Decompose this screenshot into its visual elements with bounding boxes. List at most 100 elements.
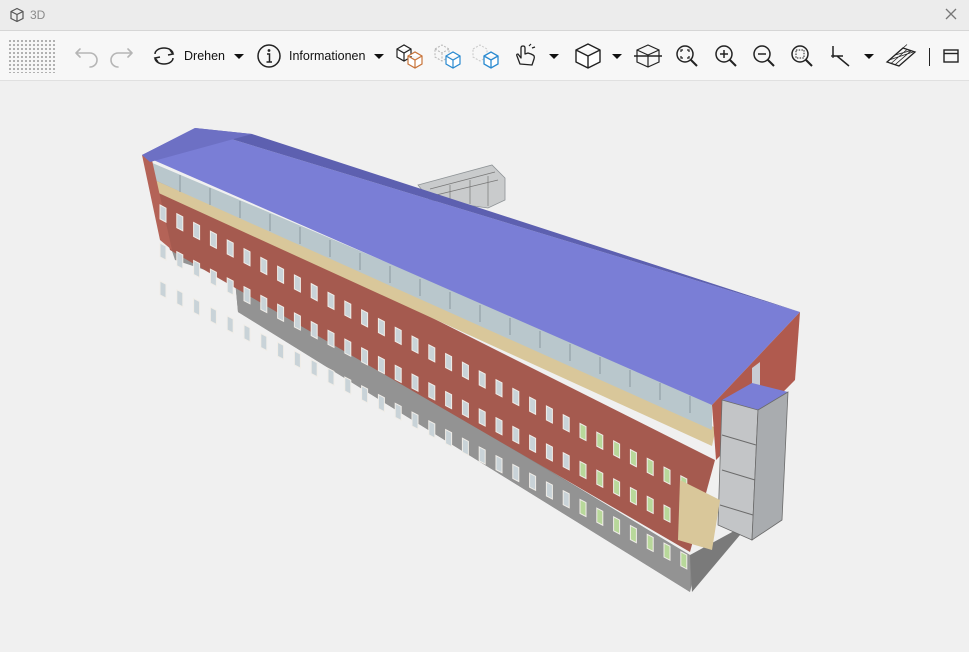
grid-plane-button[interactable] [885,40,917,72]
window-icon [943,49,959,63]
facade-window [277,265,285,285]
facade-window [293,274,301,293]
facade-window [461,361,469,381]
facade-window [596,469,604,489]
facade-window [344,300,352,320]
undo-button[interactable] [70,40,100,72]
facade-window [394,402,402,422]
info-label: Informationen [289,49,366,63]
zoom-window-button[interactable] [788,40,816,72]
facade-window [394,326,402,346]
facade-window [277,341,285,361]
facade-window [159,242,167,261]
grid-plane-icon [885,44,917,67]
facade-window [260,256,268,276]
hide-objects-button[interactable] [432,40,464,72]
grip-icon[interactable] [8,39,56,73]
window-layout-button[interactable] [941,40,961,72]
facade-window [243,285,251,305]
show-objects-button[interactable] [394,40,426,72]
facade-window [613,440,621,459]
facade-window [629,486,637,506]
measure-icon [831,46,850,67]
chevron-down-icon[interactable] [231,48,247,64]
facade-window [545,443,553,462]
facade-window [226,315,234,334]
facade-window [394,364,402,384]
select-tool-button[interactable] [512,40,562,72]
zoom-in-icon [715,45,737,67]
facade-window [562,451,570,471]
section-box-button[interactable] [633,40,663,72]
facade-window [428,343,436,363]
facade-window [344,338,352,358]
facade-window [243,323,251,343]
facade-window [226,239,234,258]
isolate-object-button[interactable] [470,40,502,72]
building-model[interactable] [0,81,969,647]
redo-button[interactable] [108,40,138,72]
facade-window [596,431,604,451]
facade-window [277,303,285,323]
facade-window [478,408,486,427]
facade-window [579,422,587,442]
redo-icon [110,48,133,68]
close-icon[interactable] [943,6,959,22]
facade-window [411,373,419,392]
chevron-down-icon[interactable] [546,48,562,64]
isolate-object-icon [472,44,499,69]
facade-window [629,448,637,468]
facade-window [663,504,671,524]
facade-window [445,352,453,372]
facade-window [260,332,268,352]
chevron-down-icon[interactable] [861,48,877,64]
facade-window [562,489,570,509]
zoom-out-icon [753,45,775,67]
facade-window [495,378,503,398]
zoom-in-button[interactable] [712,40,740,72]
facade-window [377,317,385,337]
facade-window [327,329,335,349]
zoom-window-icon [791,45,813,67]
facade-window [193,259,201,279]
facade-window [613,516,621,535]
facade-window [310,282,318,302]
zoom-extents-button[interactable] [673,40,701,72]
3d-viewport[interactable] [0,81,969,647]
facade-window [663,466,671,486]
view-cube-button[interactable] [573,40,625,72]
facade-window [461,399,469,419]
facade-window [377,393,385,413]
facade-window [411,335,419,354]
facade-window [529,434,537,454]
facade-window [445,390,453,410]
facade-window [293,350,301,369]
facade-window [461,437,469,457]
facade-window [478,370,486,389]
chevron-down-icon[interactable] [609,48,625,64]
facade-window [209,268,217,288]
zoom-out-button[interactable] [750,40,778,72]
info-button[interactable]: Informationen [255,40,387,72]
facade-window [579,460,587,480]
facade-window [159,280,167,299]
facade-window [344,376,352,396]
chevron-down-icon[interactable] [371,48,387,64]
facade-window [646,457,654,477]
facade-window [260,294,268,314]
zoom-extents-icon [676,45,698,67]
facade-window [529,472,537,492]
facade-window [529,396,537,416]
facade-window [226,277,234,296]
section-box-icon [634,44,662,68]
facade-window [209,306,217,326]
facade-window [176,288,184,308]
facade-window [361,385,369,404]
cube-icon [10,7,24,23]
rotate-button[interactable]: Drehen [150,40,247,72]
measure-button[interactable] [827,40,877,72]
rotate-label: Drehen [184,49,225,63]
toolbar: Drehen Informationen [0,31,969,81]
facade-window [243,247,251,267]
facade-window [562,413,570,433]
